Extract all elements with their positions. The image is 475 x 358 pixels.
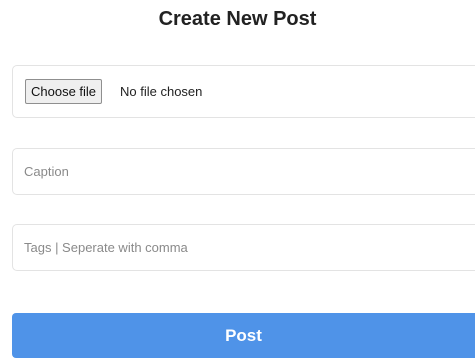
caption-input[interactable] (13, 149, 475, 194)
caption-field-container (12, 148, 475, 195)
page-title: Create New Post (158, 8, 317, 30)
file-upload-field: Choose file No file chosen (12, 65, 475, 118)
tags-field-container (12, 224, 475, 271)
file-status-text: No file chosen (120, 84, 203, 99)
tags-input[interactable] (13, 225, 475, 270)
post-button[interactable]: Post (12, 313, 475, 358)
choose-file-button[interactable]: Choose file (25, 79, 103, 104)
create-post-form: Create New Post Choose file No file chos… (0, 0, 475, 358)
